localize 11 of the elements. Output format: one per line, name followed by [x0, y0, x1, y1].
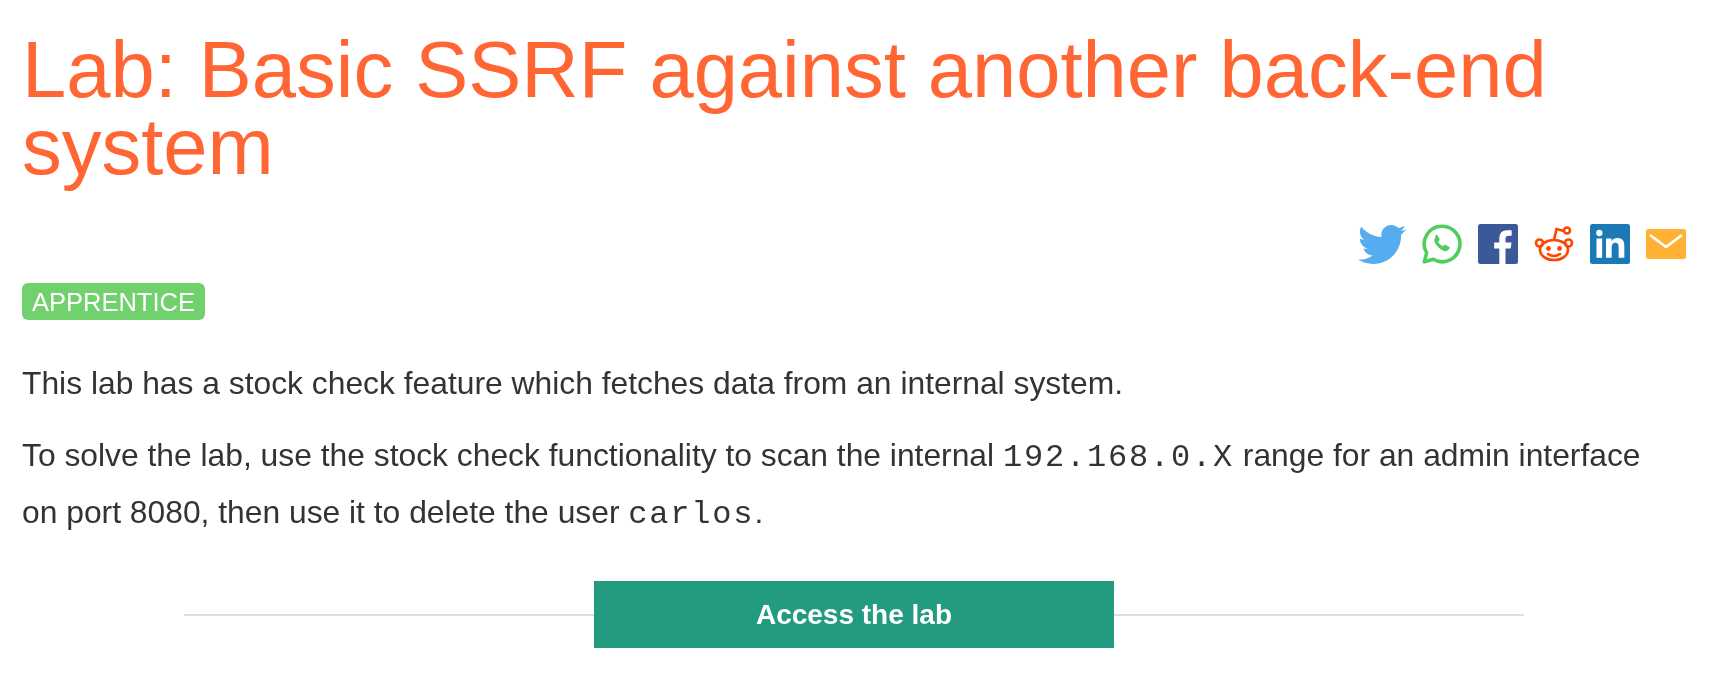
phone-bubble-icon[interactable] — [1422, 224, 1462, 264]
f-square-icon[interactable] — [1478, 224, 1518, 264]
description-paragraph: This lab has a stock check feature which fetches data from an internal system. — [22, 364, 1125, 403]
lab-title: Lab: Basic SSRF against another back-end system — [22, 24, 1548, 193]
level-badge: APPRENTICE — [22, 283, 205, 320]
in-square-icon[interactable] — [1590, 224, 1630, 264]
alien-face-icon[interactable] — [1534, 225, 1574, 263]
access-lab-button[interactable]: Access the lab — [594, 581, 1114, 648]
envelope-icon[interactable] — [1646, 229, 1686, 259]
description-paragraph: To solve the lab, use the stock check functionality to scan the internal 192.168.0.X range for an admin interface on port 8080, then use it to delete the user carlos. — [22, 436, 1642, 535]
bird-icon[interactable] — [1358, 224, 1406, 264]
